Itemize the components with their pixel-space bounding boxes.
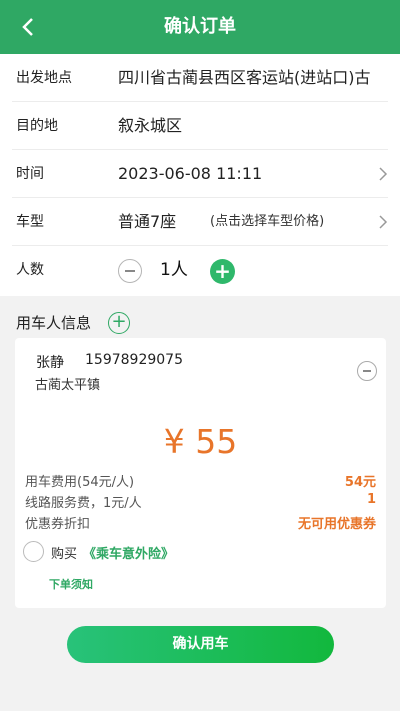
- passenger-card: 张静 15978929075 古蔺太平镇 ¥ 55 用车费用(54元/人) 54…: [15, 338, 386, 608]
- vehicle-type-row[interactable]: 车型 普通7座 (点击选择车型价格): [0, 198, 400, 246]
- fee-value: 54元: [344, 475, 376, 490]
- remove-passenger-button[interactable]: [357, 361, 377, 381]
- destination-value: 叙永城区: [118, 116, 183, 135]
- page-title: 确认订单: [164, 16, 236, 37]
- fee-value: 1: [366, 492, 376, 507]
- passenger-name: 张静: [36, 355, 64, 371]
- destination-row[interactable]: 目的地 叙永城区: [0, 102, 400, 150]
- coupon-value: 无可用优惠券: [297, 517, 376, 532]
- people-label: 人数: [16, 262, 44, 278]
- people-row: 人数 1人 +: [0, 246, 400, 294]
- confirm-button[interactable]: 确认用车: [67, 626, 334, 663]
- time-row[interactable]: 时间 2023-06-08 11:11: [0, 150, 400, 198]
- fee-label: 用车费用(54元/人): [25, 475, 135, 490]
- add-passenger-button[interactable]: +: [108, 312, 130, 334]
- insurance-link[interactable]: 《乘车意外险》: [83, 543, 174, 562]
- order-notice-link[interactable]: 下单须知: [49, 576, 93, 592]
- vehicle-type-label: 车型: [16, 214, 44, 230]
- order-form: 出发地点 四川省古蔺县西区客运站(进站口)古 目的地 叙永城区 时间 2023-…: [0, 54, 400, 296]
- fee-row: 线路服务费，1元/人 1: [25, 492, 376, 512]
- chevron-right-icon: [379, 167, 388, 181]
- departure-value: 四川省古蔺县西区客运站(进站口)古: [118, 68, 371, 87]
- vehicle-type-value: 普通7座: [118, 212, 177, 231]
- destination-label: 目的地: [16, 118, 58, 134]
- chevron-right-icon: [379, 215, 388, 229]
- people-count: 1人: [160, 260, 188, 280]
- passenger-phone: 15978929075: [85, 352, 183, 368]
- time-value: 2023-06-08 11:11: [118, 164, 263, 183]
- increase-people-button[interactable]: +: [210, 259, 235, 284]
- insurance-prefix: 购买: [51, 547, 78, 562]
- insurance-checkbox[interactable]: [23, 541, 44, 562]
- vehicle-type-hint: (点击选择车型价格): [210, 214, 325, 229]
- decrease-people-button[interactable]: [118, 259, 142, 283]
- departure-row[interactable]: 出发地点 四川省古蔺县西区客运站(进站口)古: [0, 54, 400, 102]
- fee-row: 用车费用(54元/人) 54元: [25, 471, 376, 491]
- passenger-section-title: 用车人信息: [16, 314, 92, 332]
- time-label: 时间: [16, 166, 44, 182]
- departure-label: 出发地点: [16, 70, 72, 86]
- passenger-address: 古蔺太平镇: [35, 378, 101, 393]
- app-header: 确认订单: [0, 0, 400, 54]
- fee-label: 优惠券折扣: [25, 517, 91, 532]
- coupon-row[interactable]: 优惠券折扣 无可用优惠券: [25, 513, 376, 533]
- fee-label: 线路服务费，1元/人: [25, 496, 142, 511]
- total-price: ¥ 55: [163, 422, 238, 461]
